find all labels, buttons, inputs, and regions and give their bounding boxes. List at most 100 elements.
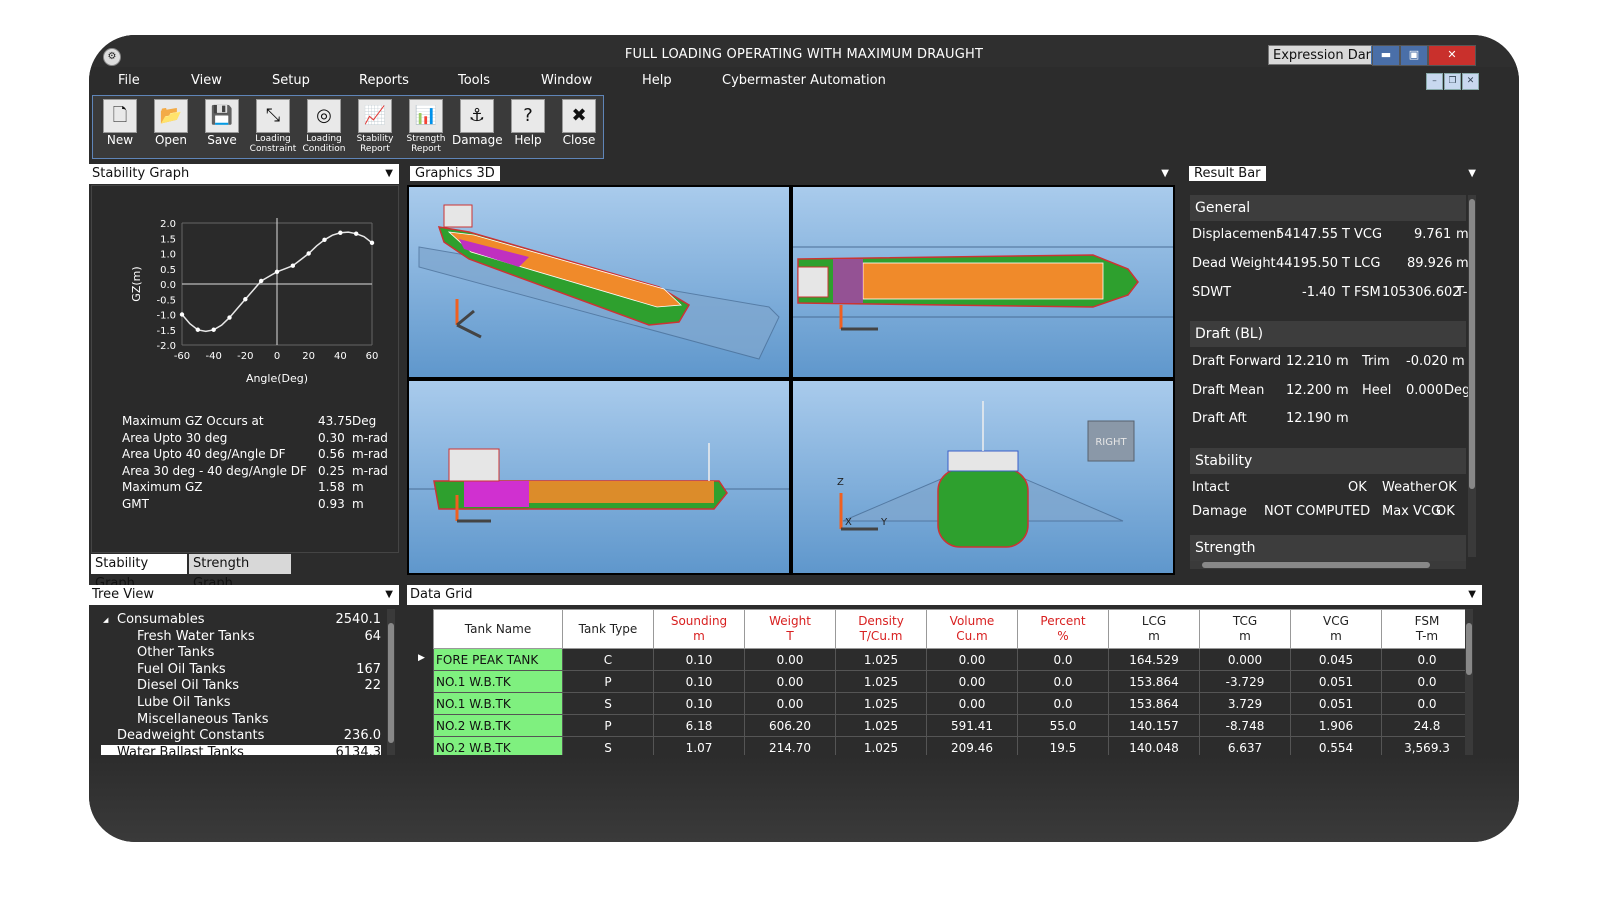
table-cell[interactable]: 606.20 <box>744 714 836 737</box>
tree-item[interactable]: Fuel Oil Tanks 167 <box>101 662 381 678</box>
menu-reports[interactable]: Reports <box>359 73 409 88</box>
table-cell[interactable]: 0.0 <box>1381 648 1473 671</box>
menu-tools[interactable]: Tools <box>458 73 490 88</box>
subtab-stability-graph[interactable]: Stability Graph <box>91 554 187 591</box>
column-header-fsm[interactable]: FSM T-m <box>1381 609 1473 649</box>
toolbar-strength-report-button[interactable]: 📊 Strength Report <box>401 97 451 157</box>
scrollbar-thumb[interactable] <box>1466 623 1472 675</box>
tree-item[interactable]: Lube Oil Tanks <box>101 695 381 711</box>
table-row[interactable]: NO.2 W.B.TK P 6.18 606.20 1.025 591.41 55.0 140… <box>433 714 1473 737</box>
column-header-sounding[interactable]: Sounding m <box>653 609 745 649</box>
panel-menu-icon[interactable]: ▼ <box>385 164 393 184</box>
mdi-close-button[interactable]: ✕ <box>1462 73 1479 90</box>
result-horizontal-scrollbar[interactable] <box>1190 561 1466 569</box>
column-header-weight[interactable]: Weight T <box>744 609 836 649</box>
table-cell[interactable]: 0.10 <box>653 648 745 671</box>
table-row[interactable]: FORE PEAK TANK C 0.10 0.00 1.025 0.00 0.0 164.5… <box>433 648 1473 671</box>
table-cell[interactable]: 0.051 <box>1290 670 1382 693</box>
toolbar-loading-condition-button[interactable]: ◎ Loading Condition <box>299 97 349 157</box>
toolbar-save-button[interactable]: 💾 Save <box>197 97 247 157</box>
table-cell[interactable]: 0.0 <box>1017 648 1109 671</box>
table-cell[interactable]: 153.864 <box>1108 692 1200 715</box>
table-cell[interactable]: FORE PEAK TANK <box>433 648 563 671</box>
panel-menu-icon[interactable]: ▼ <box>1468 585 1476 605</box>
menu-cybermaster-automation[interactable]: Cybermaster Automation <box>722 73 886 88</box>
grid-scrollbar[interactable] <box>1465 609 1473 755</box>
menu-view[interactable]: View <box>191 73 222 88</box>
section-draft[interactable]: Draft (BL) <box>1190 321 1466 347</box>
table-cell[interactable]: 0.00 <box>926 670 1018 693</box>
table-cell[interactable]: 6.18 <box>653 714 745 737</box>
section-general[interactable]: General <box>1190 195 1466 221</box>
table-cell[interactable]: C <box>562 648 654 671</box>
column-header-vcg[interactable]: VCG m <box>1290 609 1382 649</box>
expand-arrow-icon[interactable]: ◢ <box>103 612 108 628</box>
menu-window[interactable]: Window <box>541 73 592 88</box>
table-cell[interactable]: NO.1 W.B.TK <box>433 692 563 715</box>
toolbar-open-button[interactable]: 📂 Open <box>146 97 196 157</box>
table-cell[interactable]: 3.729 <box>1199 692 1291 715</box>
minimize-button[interactable]: ▬ <box>1372 45 1400 66</box>
scrollbar-thumb[interactable] <box>388 623 394 743</box>
table-cell[interactable]: 0.0 <box>1381 692 1473 715</box>
toolbar-damage-button[interactable]: ⚓ Damage <box>452 97 503 157</box>
toolbar-loading-constraint-button[interactable]: ⤡ Loading Constraint <box>248 97 298 157</box>
table-cell[interactable]: 0.045 <box>1290 648 1382 671</box>
table-cell[interactable]: 55.0 <box>1017 714 1109 737</box>
table-cell[interactable]: 0.00 <box>744 648 836 671</box>
table-cell[interactable]: -3.729 <box>1199 670 1291 693</box>
panel-menu-icon[interactable]: ▼ <box>385 585 393 605</box>
table-cell[interactable]: 0.0 <box>1381 670 1473 693</box>
table-cell[interactable]: 140.157 <box>1108 714 1200 737</box>
table-row[interactable]: NO.1 W.B.TK S 0.10 0.00 1.025 0.00 0.0 153.864 3… <box>433 692 1473 715</box>
column-header-lcg[interactable]: LCG m <box>1108 609 1200 649</box>
toolbar-close-button[interactable]: ✖ Close <box>554 97 604 157</box>
table-cell[interactable]: 153.864 <box>1108 670 1200 693</box>
table-cell[interactable]: 0.000 <box>1199 648 1291 671</box>
table-cell[interactable]: P <box>562 714 654 737</box>
table-cell[interactable]: 1.025 <box>835 714 927 737</box>
maximize-button[interactable]: ▣ <box>1400 45 1428 66</box>
column-header-volume[interactable]: Volume Cu.m <box>926 609 1018 649</box>
table-cell[interactable]: 1.025 <box>835 670 927 693</box>
subtab-strength-graph[interactable]: Strength Graph <box>189 554 291 591</box>
tree-item[interactable]: Other Tanks <box>101 645 381 661</box>
column-header-density[interactable]: Density T/Cu.m <box>835 609 927 649</box>
menu-help[interactable]: Help <box>642 73 672 88</box>
panel-menu-icon[interactable]: ▼ <box>1468 164 1476 184</box>
result-vertical-scrollbar[interactable] <box>1468 195 1476 557</box>
viewport-front[interactable]: RIGHT Z X Y <box>793 381 1173 573</box>
table-cell[interactable]: 0.00 <box>926 692 1018 715</box>
table-cell[interactable]: 1.906 <box>1290 714 1382 737</box>
table-cell[interactable]: NO.1 W.B.TK <box>433 670 563 693</box>
viewport-top[interactable] <box>793 187 1173 377</box>
table-cell[interactable]: P <box>562 670 654 693</box>
table-cell[interactable]: 0.00 <box>926 648 1018 671</box>
table-cell[interactable]: 0.10 <box>653 692 745 715</box>
tree-item[interactable]: Consumables 2540.1 ◢ <box>101 612 381 628</box>
table-cell[interactable]: 0.00 <box>744 670 836 693</box>
menu-file[interactable]: File <box>118 73 140 88</box>
menu-setup[interactable]: Setup <box>272 73 310 88</box>
table-cell[interactable]: 1.025 <box>835 692 927 715</box>
tree-item[interactable]: Deadweight Constants 236.0 <box>101 728 381 744</box>
window-close-button[interactable]: ✕ <box>1428 45 1476 66</box>
table-cell[interactable]: S <box>562 692 654 715</box>
tree-item[interactable]: Diesel Oil Tanks 22 <box>101 678 381 694</box>
table-cell[interactable]: 164.529 <box>1108 648 1200 671</box>
table-cell[interactable]: 24.8 <box>1381 714 1473 737</box>
table-cell[interactable]: 0.051 <box>1290 692 1382 715</box>
column-header-tank-type[interactable]: Tank Type <box>562 609 654 649</box>
table-cell[interactable]: 591.41 <box>926 714 1018 737</box>
table-cell[interactable]: -8.748 <box>1199 714 1291 737</box>
panel-menu-icon[interactable]: ▼ <box>1161 164 1169 184</box>
viewport-perspective[interactable] <box>409 187 789 377</box>
table-cell[interactable]: 0.10 <box>653 670 745 693</box>
table-cell[interactable]: 1.025 <box>835 648 927 671</box>
table-cell[interactable]: NO.2 W.B.TK <box>433 714 563 737</box>
table-cell[interactable]: 0.0 <box>1017 692 1109 715</box>
tree-scrollbar[interactable] <box>387 609 395 755</box>
tree-item[interactable]: Miscellaneous Tanks <box>101 712 381 728</box>
section-strength[interactable]: Strength <box>1190 535 1466 561</box>
scrollbar-thumb[interactable] <box>1202 562 1430 568</box>
